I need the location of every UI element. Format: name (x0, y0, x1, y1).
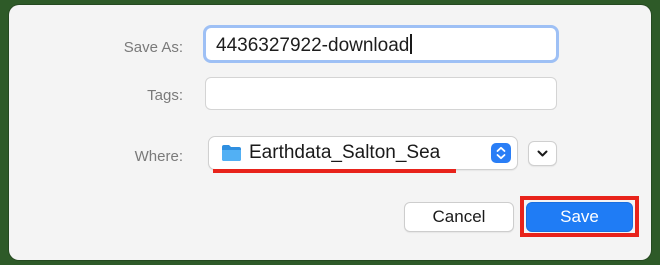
location-name: Earthdata_Salton_Sea (249, 142, 441, 163)
save-button[interactable]: Save (526, 202, 633, 232)
save-as-label: Save As: (123, 39, 183, 56)
where-label: Where: (134, 148, 183, 165)
tags-label: Tags: (147, 87, 183, 104)
expand-browser-button[interactable] (528, 141, 557, 166)
text-cursor (410, 34, 413, 54)
location-highlight-underline (213, 169, 456, 173)
popup-stepper-icon (491, 143, 511, 163)
tags-input[interactable] (205, 77, 557, 110)
cancel-button[interactable]: Cancel (404, 202, 514, 232)
location-popup[interactable]: Earthdata_Salton_Sea (208, 136, 518, 170)
filename-input[interactable]: 4436327922-download (203, 25, 559, 63)
filename-text: 4436327922-download (216, 35, 410, 56)
chevron-down-icon (537, 150, 548, 157)
save-dialog: Save As: 4436327922-download Tags: Where… (9, 5, 651, 260)
folder-icon (222, 145, 241, 161)
